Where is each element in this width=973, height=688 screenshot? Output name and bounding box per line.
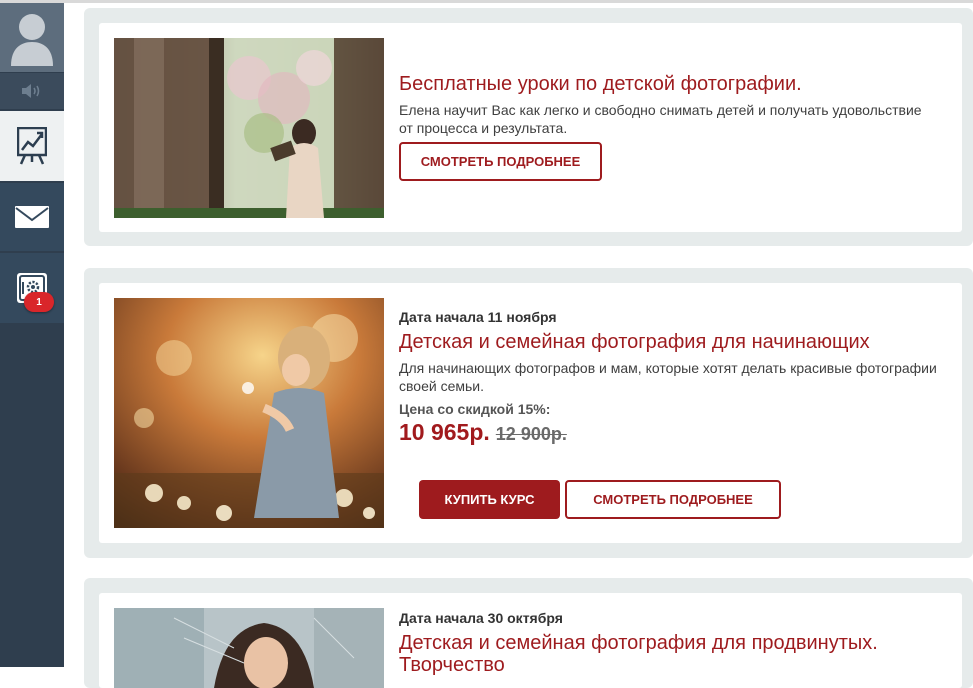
- discount-price-label: Цена со скидкой 15%:: [399, 401, 551, 417]
- course-list: Бесплатные уроки по детской фотографии. …: [64, 0, 973, 688]
- course-card-beginners: Дата начала 11 ноября Детская и семейная…: [84, 268, 973, 558]
- sidebar-item-stats[interactable]: [0, 111, 64, 181]
- course-image-woman[interactable]: [114, 608, 384, 688]
- more-details-button[interactable]: СМОТРЕТЬ ПОДРОБНЕЕ: [399, 142, 602, 181]
- chart-board-icon: [17, 127, 47, 165]
- course-card-body: Дата начала 30 октября Детская и семейна…: [99, 593, 962, 688]
- window-top-border: [0, 0, 973, 3]
- speaker-icon: [22, 84, 40, 98]
- user-avatar-icon: [11, 13, 53, 66]
- more-details-button[interactable]: СМОТРЕТЬ ПОДРОБНЕЕ: [565, 480, 781, 519]
- user-avatar[interactable]: [0, 3, 64, 72]
- course-image-girl-dandelions[interactable]: [114, 298, 384, 528]
- notification-badge: 1: [24, 292, 54, 312]
- course-title[interactable]: Бесплатные уроки по детской фотографии.: [399, 73, 939, 95]
- course-description: Елена научит Вас как легко и свободно сн…: [399, 102, 922, 136]
- course-card-body: Дата начала 11 ноября Детская и семейная…: [99, 283, 962, 543]
- sound-toggle[interactable]: [0, 73, 64, 109]
- sidebar-item-settings[interactable]: 1: [0, 253, 64, 323]
- course-info: Дата начала 30 октября Детская и семейна…: [399, 610, 939, 676]
- course-image-window-girl[interactable]: [114, 38, 384, 218]
- course-title[interactable]: Детская и семейная фотография для продви…: [399, 632, 939, 676]
- course-description: Для начинающих фотографов и мам, которые…: [399, 360, 937, 394]
- course-info: Дата начала 11 ноября Детская и семейная…: [399, 309, 939, 446]
- buy-course-button[interactable]: КУПИТЬ КУРС: [419, 480, 560, 519]
- course-card-free-lessons: Бесплатные уроки по детской фотографии. …: [84, 8, 973, 246]
- old-price: 12 900р.: [495, 424, 567, 444]
- sidebar-item-mail[interactable]: [0, 183, 64, 251]
- course-card-advanced: Дата начала 30 октября Детская и семейна…: [84, 578, 973, 688]
- current-price: 10 965р.: [399, 419, 490, 445]
- mail-icon: [15, 206, 49, 228]
- course-card-body: Бесплатные уроки по детской фотографии. …: [99, 23, 962, 232]
- course-start-date: Дата начала 11 ноября: [399, 309, 557, 325]
- sidebar: 1: [0, 0, 64, 667]
- course-info: Бесплатные уроки по детской фотографии. …: [399, 73, 939, 137]
- price-row: 10 965р. 12 900р.: [399, 419, 939, 446]
- course-title[interactable]: Детская и семейная фотография для начина…: [399, 331, 939, 353]
- course-start-date: Дата начала 30 октября: [399, 610, 563, 626]
